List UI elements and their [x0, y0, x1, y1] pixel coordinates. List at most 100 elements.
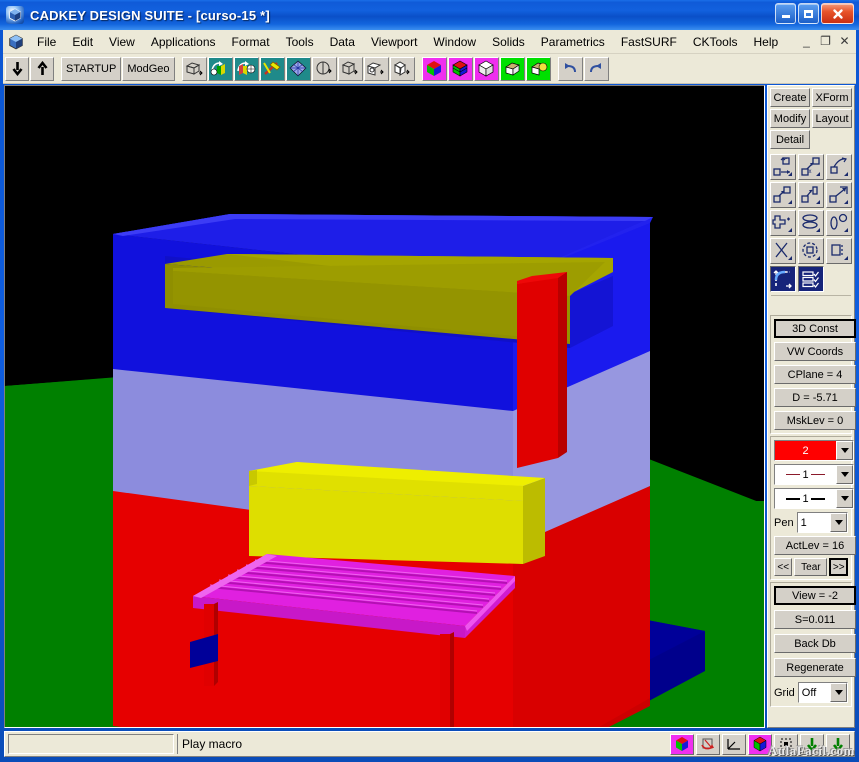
- color-dropdown-arrow[interactable]: [836, 441, 853, 460]
- back-db-button[interactable]: Back Db: [774, 634, 856, 653]
- mdi-close-button[interactable]: ✕: [837, 33, 852, 48]
- view-button[interactable]: View = -2: [774, 586, 856, 605]
- window-controls: [775, 3, 854, 24]
- extrude-box-icon[interactable]: [337, 56, 363, 81]
- wireframe-view-icon[interactable]: [181, 56, 207, 81]
- active-level-button[interactable]: ActLev = 16: [774, 536, 856, 555]
- create-button[interactable]: Create: [770, 88, 810, 107]
- menu-item-applications[interactable]: Applications: [143, 32, 224, 52]
- taper-icon[interactable]: [389, 56, 415, 81]
- 3d-const-button[interactable]: 3D Const: [774, 319, 856, 338]
- tear-next-button[interactable]: >>: [829, 558, 848, 576]
- menu-item-cktools[interactable]: CKTools: [685, 32, 746, 52]
- line-type-dropdown-arrow[interactable]: [836, 465, 853, 484]
- move-down-button[interactable]: [5, 56, 29, 81]
- coordinate-field[interactable]: [8, 734, 174, 754]
- color-combo[interactable]: 2: [774, 440, 854, 461]
- solid-edit-icon[interactable]: [207, 56, 233, 81]
- tear-button[interactable]: Tear: [794, 558, 828, 576]
- vw-coords-button[interactable]: VW Coords: [774, 342, 856, 361]
- menu-item-edit[interactable]: Edit: [64, 32, 101, 52]
- depth-button[interactable]: D = -5.71: [774, 388, 856, 407]
- grid-dropdown-arrow[interactable]: [830, 683, 847, 702]
- regenerate-button[interactable]: Regenerate: [774, 658, 856, 677]
- color-cube-icon[interactable]: [748, 733, 772, 755]
- copy-move-icon[interactable]: [798, 182, 824, 208]
- pen-dropdown-arrow[interactable]: [830, 513, 847, 532]
- xform-icon-row-2: [770, 182, 852, 208]
- detail-button[interactable]: Detail: [770, 130, 810, 149]
- hidden-line-icon[interactable]: [499, 56, 525, 81]
- mask-level-button[interactable]: MskLev = 0: [774, 411, 856, 430]
- redo-button[interactable]: [583, 56, 609, 81]
- maximize-button[interactable]: [798, 3, 819, 24]
- render-color-icon[interactable]: [447, 56, 473, 81]
- scale-button[interactable]: S=0.011: [774, 610, 856, 629]
- array-polar-icon[interactable]: [826, 210, 852, 236]
- shaded-highlight-icon[interactable]: [525, 56, 551, 81]
- array-path-icon[interactable]: [798, 210, 824, 236]
- solid-boolean-icon[interactable]: [233, 56, 259, 81]
- line-width-combo[interactable]: 1: [774, 488, 854, 509]
- menu-item-parametrics[interactable]: Parametrics: [533, 32, 613, 52]
- render-wire-icon[interactable]: [473, 56, 499, 81]
- rotate-icon[interactable]: [826, 154, 852, 180]
- menu-item-help[interactable]: Help: [746, 32, 787, 52]
- minimize-button[interactable]: [775, 3, 796, 24]
- line-type-combo[interactable]: 1: [774, 464, 854, 485]
- dynamic-rotate-icon[interactable]: [696, 733, 720, 755]
- document-cube-icon[interactable]: [6, 32, 25, 51]
- array-rect-icon[interactable]: [770, 210, 796, 236]
- list-check-icon[interactable]: [798, 266, 824, 292]
- menu-item-fastsurf[interactable]: FastSURF: [613, 32, 685, 52]
- pen-combo[interactable]: 1: [796, 512, 848, 533]
- modify-button[interactable]: Modify: [770, 109, 810, 128]
- viewport-frame[interactable]: [4, 85, 765, 728]
- shell-icon[interactable]: [363, 56, 389, 81]
- translate-icon[interactable]: [770, 154, 796, 180]
- mirror-icon[interactable]: [770, 182, 796, 208]
- menu-item-solids[interactable]: Solids: [484, 32, 533, 52]
- tools-hammer-icon[interactable]: [259, 56, 285, 81]
- status-bar: Play macro: [4, 731, 855, 757]
- revolve-icon[interactable]: [311, 56, 337, 81]
- menu-item-window[interactable]: Window: [425, 32, 484, 52]
- mdi-restore-button[interactable]: ❐: [818, 33, 833, 48]
- menu-item-data[interactable]: Data: [322, 32, 363, 52]
- menu-item-file[interactable]: File: [29, 32, 64, 52]
- menu-item-view[interactable]: View: [101, 32, 143, 52]
- tear-prev-button[interactable]: <<: [774, 558, 793, 576]
- menu-item-tools[interactable]: Tools: [278, 32, 322, 52]
- offset-icon[interactable]: [826, 238, 852, 264]
- project-icon[interactable]: [826, 182, 852, 208]
- menu-item-viewport[interactable]: Viewport: [363, 32, 425, 52]
- surface-mesh-icon[interactable]: [285, 56, 311, 81]
- modgeo-button[interactable]: ModGeo: [122, 56, 175, 81]
- xform-button[interactable]: XForm: [812, 88, 852, 107]
- cplane-button[interactable]: CPlane = 4: [774, 365, 856, 384]
- grid-combo[interactable]: Off: [797, 682, 848, 703]
- move-up-button[interactable]: [30, 56, 54, 81]
- xform-icon-row-1: x: [770, 154, 852, 180]
- fillet-icon[interactable]: [770, 266, 796, 292]
- line-width-dropdown-arrow[interactable]: [836, 489, 853, 508]
- axes-icon[interactable]: [722, 733, 746, 755]
- close-button[interactable]: [821, 3, 854, 24]
- down-arrow-green-2-icon[interactable]: [826, 733, 850, 755]
- menu-item-format[interactable]: Format: [224, 32, 278, 52]
- render-shade-icon[interactable]: [421, 56, 447, 81]
- array-circular-icon[interactable]: [798, 238, 824, 264]
- undo-button[interactable]: [557, 56, 583, 81]
- 3d-graphics-viewport[interactable]: [5, 86, 764, 727]
- pen-row: Pen 1: [774, 512, 848, 533]
- scale-icon[interactable]: x: [798, 154, 824, 180]
- stretch-icon[interactable]: [770, 238, 796, 264]
- mdi-minimize-button[interactable]: _: [799, 33, 814, 48]
- layout-button[interactable]: Layout: [812, 109, 852, 128]
- zoom-window-icon[interactable]: [774, 733, 798, 755]
- startup-button[interactable]: STARTUP: [61, 56, 122, 81]
- mdi-window-controls: _ ❐ ✕: [799, 33, 852, 48]
- shade-render-icon[interactable]: [670, 733, 694, 755]
- down-arrow-green-icon[interactable]: [800, 733, 824, 755]
- svg-text:x: x: [809, 169, 812, 175]
